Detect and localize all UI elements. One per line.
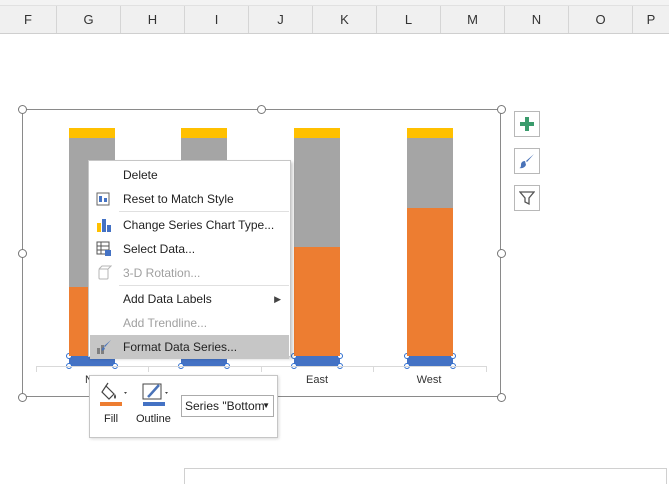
menu-item-format-data-series[interactable]: Format Data Series...: [90, 335, 289, 359]
bar-segment-series-4[interactable]: [407, 128, 453, 139]
outline-pen-icon: [142, 383, 168, 406]
menu-item-select-data[interactable]: Select Data...: [90, 237, 289, 261]
column-header-f[interactable]: F: [0, 6, 57, 33]
bar-segment-series-1[interactable]: [294, 356, 340, 366]
menu-item-add-data-labels[interactable]: Add Data Labels ▶: [90, 287, 289, 311]
menu-item-label: Reset to Match Style: [123, 192, 234, 206]
axis-tick: [36, 366, 37, 372]
menu-item-change-chart-type[interactable]: Change Series Chart Type...: [90, 213, 289, 237]
filter-icon: [519, 191, 535, 206]
chart-type-icon: [97, 219, 111, 232]
column-label: O: [595, 12, 606, 27]
submenu-arrow-icon: ▶: [274, 294, 281, 304]
menu-item-label: Delete: [123, 168, 158, 182]
column-header-m[interactable]: M: [441, 6, 505, 33]
menu-item-delete[interactable]: Delete: [90, 163, 289, 187]
chart-resize-handle-ml[interactable]: [18, 249, 27, 258]
category-label-west: West: [416, 374, 442, 386]
chart-resize-handle-tc[interactable]: [257, 105, 266, 114]
axis-tick: [486, 366, 487, 372]
column-header-i[interactable]: I: [185, 6, 249, 33]
fill-label: Fill: [104, 413, 119, 425]
bar-segment-series-4[interactable]: [69, 128, 115, 139]
menu-item-label: Format Data Series...: [123, 340, 238, 354]
rotation-icon: [98, 265, 112, 280]
category-label-east: East: [305, 374, 328, 386]
menu-item-reset-style[interactable]: Reset to Match Style: [90, 187, 289, 211]
column-label: F: [24, 12, 32, 27]
column-header-p[interactable]: P: [633, 6, 669, 33]
plus-icon: [520, 117, 534, 131]
column-label: P: [646, 12, 656, 27]
format-series-icon: [97, 340, 111, 354]
axis-tick: [373, 366, 374, 372]
chart-resize-handle-bl[interactable]: [18, 393, 27, 402]
menu-item-label: Add Trendline...: [123, 316, 208, 330]
menu-item-label: Select Data...: [123, 242, 196, 256]
series-select-value: Series "Bottom: [185, 399, 265, 413]
column-label: N: [531, 12, 542, 27]
chevron-down-icon: ▼: [262, 401, 270, 410]
menu-item-label: 3-D Rotation...: [123, 266, 201, 280]
column-label: K: [340, 12, 349, 27]
bar-segment-series-3[interactable]: [294, 138, 340, 248]
column-header-o[interactable]: O: [569, 6, 633, 33]
chart-elements-button[interactable]: [514, 111, 540, 137]
chart-filters-button[interactable]: [514, 185, 540, 211]
chart-styles-button[interactable]: [514, 148, 540, 174]
column-header-h[interactable]: H: [121, 6, 185, 33]
series-select-dropdown[interactable]: Series "Bottom ▼: [181, 395, 274, 417]
menu-separator: [119, 211, 289, 212]
column-label: J: [277, 12, 284, 27]
chart-resize-handle-mr[interactable]: [497, 249, 506, 258]
adjacent-object-border: [184, 468, 667, 484]
bar-segment-series-1[interactable]: [407, 356, 453, 366]
chart-resize-handle-br[interactable]: [497, 393, 506, 402]
bar-segment-series-2[interactable]: [294, 247, 340, 357]
axis-tick: [261, 366, 262, 372]
outline-label: Outline: [136, 413, 171, 425]
mini-toolbar: Fill Outline Series "Bottom ▼: [89, 375, 278, 438]
chart-resize-handle-tr[interactable]: [497, 105, 506, 114]
reset-style-icon: [96, 192, 110, 206]
outline-button[interactable]: Outline: [134, 380, 178, 432]
bar-segment-series-4[interactable]: [294, 128, 340, 139]
column-label: M: [467, 12, 478, 27]
column-header-l[interactable]: L: [377, 6, 441, 33]
column-label: G: [83, 12, 94, 27]
bar-segment-series-4[interactable]: [181, 128, 227, 139]
paint-bucket-icon: [100, 382, 127, 406]
chart-resize-handle-tl[interactable]: [18, 105, 27, 114]
menu-item-add-trendline[interactable]: Add Trendline...: [90, 311, 289, 335]
select-data-icon: [96, 241, 111, 256]
column-header-g[interactable]: G: [57, 6, 121, 33]
menu-item-label: Change Series Chart Type...: [123, 218, 275, 232]
column-label: H: [147, 12, 158, 27]
axis-tick: [148, 366, 149, 372]
fill-button[interactable]: Fill: [98, 380, 130, 432]
menu-item-label: Add Data Labels: [123, 292, 212, 306]
column-label: L: [404, 12, 413, 27]
context-menu: Delete Reset to Match Style Change Serie…: [88, 160, 291, 359]
column-header: F G H I J K L M N O P: [0, 6, 669, 34]
column-label: I: [214, 12, 219, 27]
bar-segment-series-2[interactable]: [407, 207, 453, 357]
bar-segment-series-3[interactable]: [407, 138, 453, 208]
menu-item-3d-rotation[interactable]: 3-D Rotation...: [90, 261, 289, 285]
menu-separator: [119, 285, 289, 286]
column-header-k[interactable]: K: [313, 6, 377, 33]
column-header-n[interactable]: N: [505, 6, 569, 33]
column-header-j[interactable]: J: [249, 6, 313, 33]
brush-icon: [519, 154, 534, 169]
